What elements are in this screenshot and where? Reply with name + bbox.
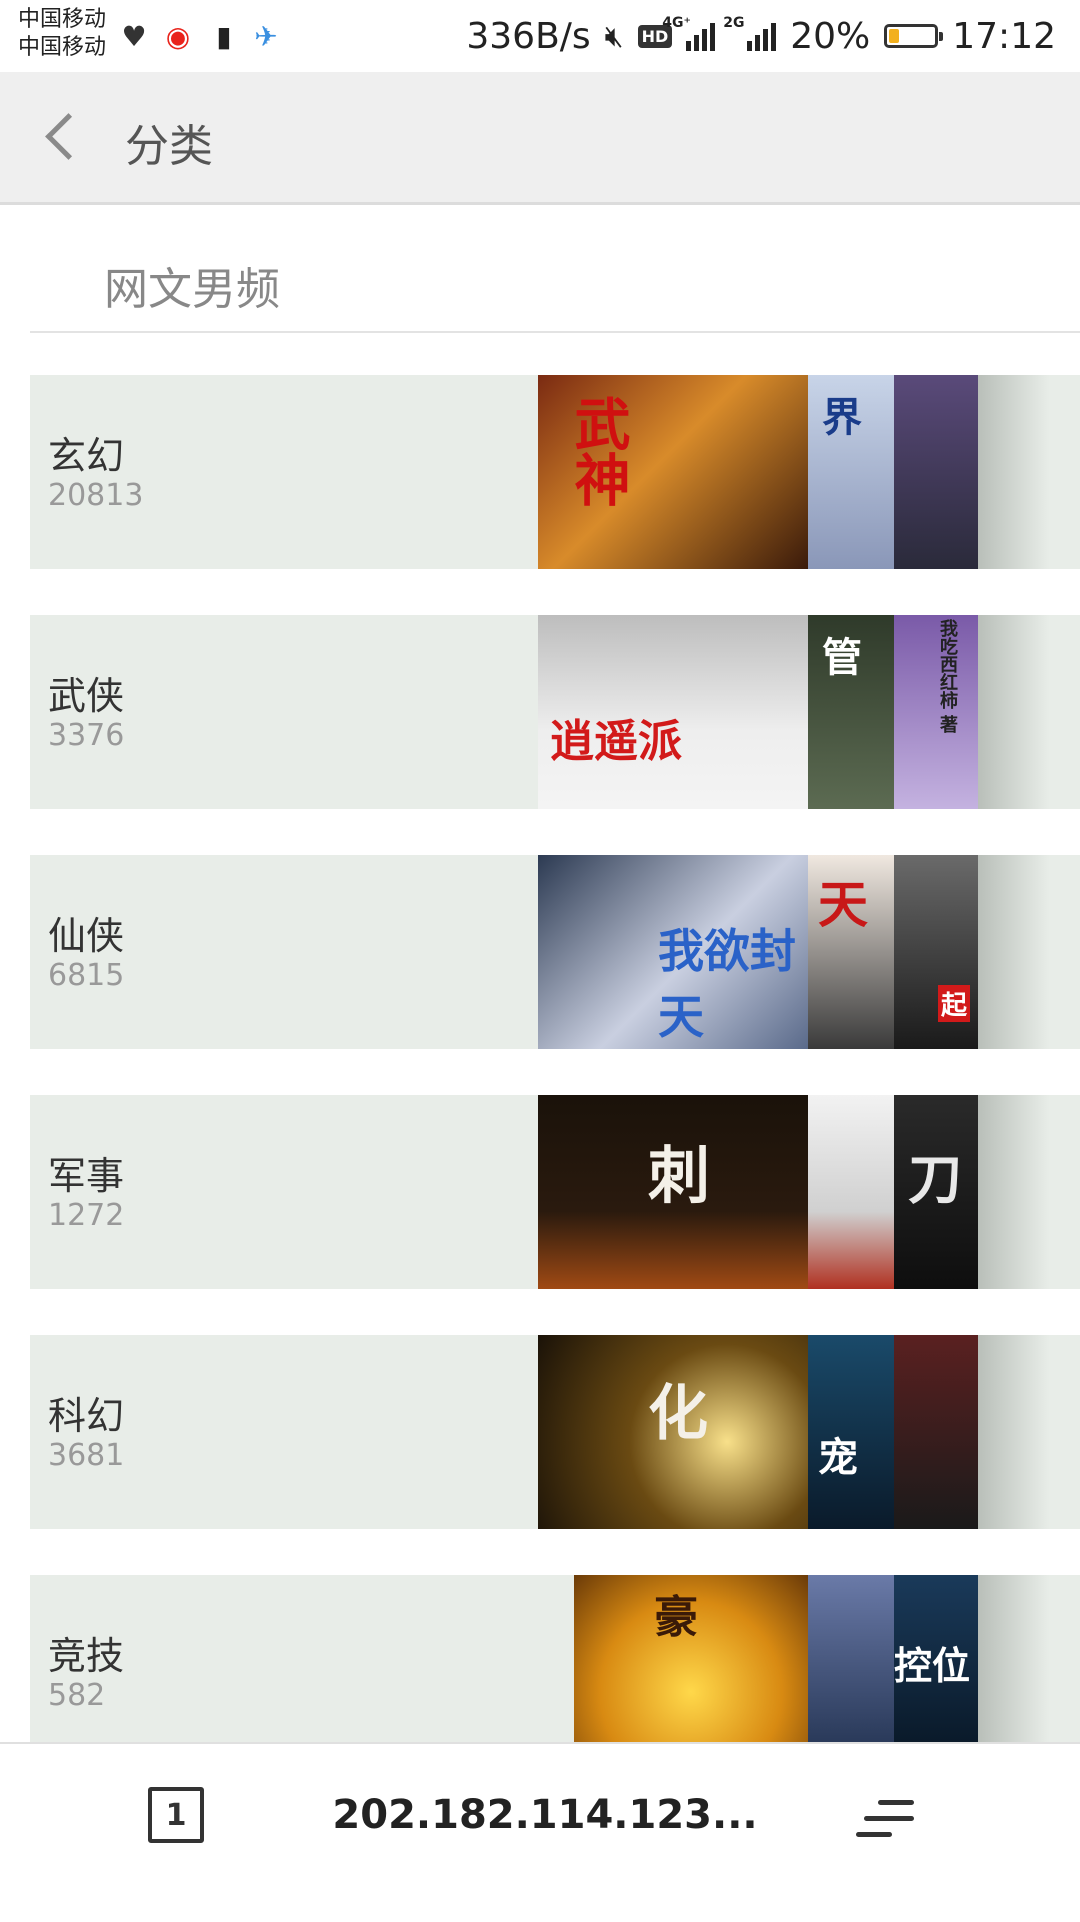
status-right: 336B/s 🔇︎ HD 4G⁺ 2G 20% 17:12 (466, 14, 1056, 58)
net-speed: 336B/s (466, 15, 591, 57)
category-name: 军事 (48, 1154, 125, 1198)
cover-image: 武神 (538, 375, 808, 569)
cover-image (894, 375, 980, 569)
page-title: 分类 (125, 121, 213, 172)
cover-image: 刀 (894, 1095, 980, 1289)
section-divider (30, 331, 1080, 333)
category-count: 1272 (48, 1198, 125, 1233)
cover-image: 我吃西红柿 著 (894, 615, 980, 809)
cover-image: 界 (808, 375, 894, 569)
category-count: 3681 (48, 1438, 125, 1473)
cover-image: 起 (894, 855, 980, 1049)
category-card-xuanhuan[interactable]: 玄幻 20813 武神 界 (30, 375, 1080, 569)
carrier-info: 中国移动 中国移动 (18, 6, 106, 62)
category-name: 玄幻 (48, 434, 125, 478)
cover-image (894, 1335, 980, 1529)
app-header: 分类 (0, 72, 1080, 205)
category-card-wuxia[interactable]: 武侠 3376 逍遥派 管 我吃西红柿 著 (30, 615, 1080, 809)
menu-icon[interactable] (856, 1796, 914, 1844)
cover-image: 刺 (538, 1095, 808, 1289)
cover-image: 控位 (894, 1575, 980, 1742)
battery-icon (884, 24, 944, 48)
weibo-icon: ◉ (165, 19, 191, 53)
tabs-button[interactable]: 1 (148, 1787, 204, 1843)
carrier-1: 中国移动 (18, 7, 107, 32)
category-count: 3376 (48, 718, 125, 753)
category-count: 6815 (48, 958, 125, 993)
send-icon: ✈ (254, 19, 278, 53)
category-name: 武侠 (48, 674, 125, 718)
cover-image (808, 1575, 894, 1742)
browser-bottom-bar: 1 202.182.114.123... (0, 1742, 1080, 1922)
cover-image: 我欲封天 (538, 855, 808, 1049)
cover-image (808, 1095, 894, 1289)
heart-rate-icon: ♥ (121, 19, 147, 53)
category-card-kehuan[interactable]: 科幻 3681 化 宠 (30, 1335, 1080, 1529)
cover-image: 逍遥派 (538, 615, 808, 809)
url-display[interactable]: 202.182.114.123... (320, 1792, 770, 1838)
category-count: 20813 (48, 478, 144, 513)
clock: 17:12 (952, 15, 1056, 57)
back-arrow-icon[interactable] (40, 112, 80, 162)
signal-2-icon: 2G (723, 15, 777, 51)
category-name: 科幻 (48, 1394, 125, 1438)
cover-image: 管 (808, 615, 894, 809)
cover-image: 化 (538, 1335, 808, 1529)
cover-image: 宠 (808, 1335, 894, 1529)
section-title: 网文男频 (104, 264, 280, 315)
alert-icon: ▮ (216, 19, 232, 53)
category-count: 582 (48, 1678, 106, 1713)
category-card-jingji[interactable]: 竞技 582 豪 控位 (30, 1575, 1080, 1742)
carrier-2: 中国移动 (18, 35, 107, 60)
category-card-xianxia[interactable]: 仙侠 6815 我欲封天 天 起 (30, 855, 1080, 1049)
category-name: 竞技 (48, 1634, 125, 1678)
status-bar: 中国移动 中国移动 ♥ ◉ ▮ ✈ 336B/s 🔇︎ HD 4G⁺ 2G 20… (0, 0, 1080, 72)
category-card-junshi[interactable]: 军事 1272 刺 刀 (30, 1095, 1080, 1289)
cover-image: 天 (808, 855, 894, 1049)
mute-icon: 🔇︎ (604, 18, 624, 54)
signal-1-icon: 4G⁺ (662, 15, 716, 51)
cover-image: 豪 (574, 1575, 808, 1742)
battery-percent: 20% (790, 15, 871, 57)
category-name: 仙侠 (48, 914, 125, 958)
